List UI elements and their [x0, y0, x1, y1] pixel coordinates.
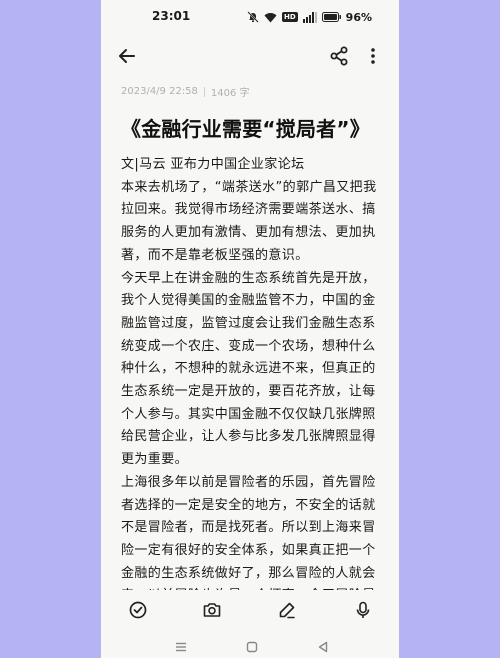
home-button[interactable] [245, 639, 259, 653]
share-icon [330, 46, 348, 66]
system-nav-bar [101, 632, 399, 658]
editor-toolbar [101, 590, 399, 630]
system-back-button[interactable] [316, 639, 330, 653]
note-paragraph: 上海很多年以前是冒险者的乐园，首先冒险者选择的一定是安全的地方，不安全的话就不是… [121, 474, 376, 590]
note-body[interactable]: 文|马云 亚布力中国企业家论坛 本来去机场了，“端茶送水”的郭广昌又把我拉回来。… [121, 154, 381, 590]
camera-icon [203, 603, 221, 617]
microphone-icon [356, 601, 370, 618]
camera-button[interactable] [201, 599, 223, 621]
note-header [101, 38, 399, 74]
status-bar: 23:01 HD 96% [101, 0, 399, 34]
menu-icon [176, 642, 186, 652]
more-vertical-icon [371, 48, 375, 64]
note-paragraph: 文|马云 亚布力中国企业家论坛 [121, 157, 305, 172]
hd-badge: HD [282, 12, 298, 22]
checklist-icon [129, 601, 147, 619]
status-time: 23:01 [152, 9, 191, 23]
note-paragraph: 本来去机场了，“端茶送水”的郭广昌又把我拉回来。我觉得市场经济需要端茶送水、搞服… [121, 179, 377, 263]
recent-apps-button[interactable] [174, 639, 188, 653]
mute-icon [247, 11, 259, 23]
checklist-button[interactable] [127, 599, 149, 621]
pen-button[interactable] [276, 599, 298, 621]
home-icon [246, 641, 258, 653]
signal-icon [302, 11, 317, 23]
note-meta: 2023/4/9 22:58 1406 字 [121, 84, 250, 99]
meta-divider [203, 86, 205, 97]
share-button[interactable] [327, 44, 351, 68]
battery-level: 96% [345, 10, 373, 24]
phone-screen: 23:01 HD 96% 2023/4/9 22:58 1406 字 《金融行业… [101, 0, 399, 658]
battery-icon [321, 12, 342, 22]
wifi-icon [264, 12, 277, 23]
pen-icon [279, 602, 295, 619]
note-title[interactable]: 《金融行业需要“搅局者”》 [121, 113, 387, 142]
word-count: 1406 字 [210, 88, 250, 99]
note-date: 2023/4/9 22:58 [121, 86, 198, 97]
back-triangle-icon [318, 641, 328, 653]
arrow-left-icon [119, 49, 135, 63]
more-options-button[interactable] [361, 44, 385, 68]
status-icons: HD 96% [247, 10, 372, 24]
note-paragraph: 今天早上在讲金融的生态系统首先是开放，我个人觉得美国的金融监管不力，中国的金融监… [121, 270, 376, 468]
voice-button[interactable] [352, 599, 374, 621]
back-button[interactable] [115, 44, 139, 68]
